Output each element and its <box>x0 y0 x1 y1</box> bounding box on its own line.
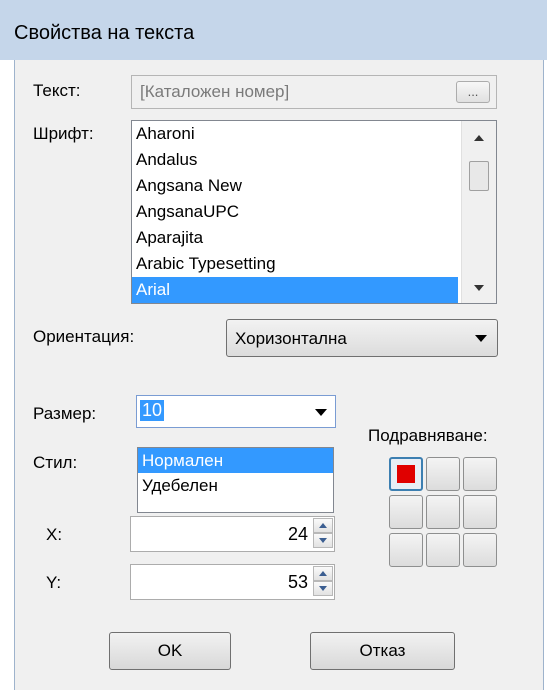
y-decrement-icon[interactable] <box>313 581 333 596</box>
size-label: Размер: <box>33 404 97 423</box>
x-spinner[interactable]: 24 <box>130 516 335 552</box>
align-bottom-right-button[interactable] <box>463 533 497 567</box>
font-list-scrollbar[interactable] <box>461 121 496 303</box>
style-list-item[interactable]: Удебелен <box>138 473 333 498</box>
align-top-center-button[interactable] <box>426 457 460 491</box>
font-list-item[interactable]: Arial <box>132 277 458 303</box>
chevron-down-icon <box>475 335 487 342</box>
text-field-value: [Каталожен номер] <box>140 82 290 101</box>
x-decrement-icon[interactable] <box>313 533 333 548</box>
orientation-label: Ориентация: <box>33 327 135 346</box>
alignment-label: Подравняване: <box>368 426 488 445</box>
alignment-grid[interactable] <box>387 457 499 571</box>
font-list-item[interactable]: AngsanaUPC <box>132 199 458 225</box>
title-bar: Свойства на текста <box>0 0 547 60</box>
ok-button[interactable]: OK <box>109 632 231 670</box>
align-bottom-center-button[interactable] <box>426 533 460 567</box>
window-title: Свойства на текста <box>14 22 195 44</box>
text-label: Текст: <box>33 81 81 100</box>
align-middle-left-button[interactable] <box>389 495 423 529</box>
x-value: 24 <box>287 524 308 544</box>
style-listbox[interactable]: Нормален Удебелен <box>137 447 334 513</box>
scroll-down-icon[interactable] <box>474 285 484 291</box>
font-list-item[interactable]: Aharoni <box>132 121 458 147</box>
orientation-value: Хоризонтална <box>235 329 347 348</box>
align-bottom-left-button[interactable] <box>389 533 423 567</box>
align-top-left-button[interactable] <box>389 457 423 491</box>
style-list-item[interactable]: Нормален <box>138 448 333 473</box>
y-increment-icon[interactable] <box>313 566 333 581</box>
font-list-item[interactable]: Andalus <box>132 147 458 173</box>
cancel-button[interactable]: Отказ <box>310 632 455 670</box>
style-label: Стил: <box>33 453 78 472</box>
align-top-right-button[interactable] <box>463 457 497 491</box>
chevron-down-icon[interactable] <box>315 409 327 416</box>
scroll-thumb[interactable] <box>469 161 489 191</box>
orientation-dropdown[interactable]: Хоризонтална <box>226 319 498 357</box>
font-label: Шрифт: <box>33 124 94 143</box>
browse-button[interactable]: ... <box>456 81 490 103</box>
y-label: Y: <box>46 573 62 592</box>
text-field[interactable]: [Каталожен номер] ... <box>131 75 497 109</box>
x-increment-icon[interactable] <box>313 518 333 533</box>
y-spinner[interactable]: 53 <box>130 564 335 600</box>
y-value: 53 <box>287 572 308 592</box>
font-list-item[interactable]: Arabic Typesetting <box>132 251 458 277</box>
align-middle-right-button[interactable] <box>463 495 497 529</box>
size-value: 10 <box>140 400 165 421</box>
font-listbox[interactable]: Aharoni Andalus Angsana New AngsanaUPC Apara… <box>131 120 497 304</box>
font-list-item[interactable]: Aparajita <box>132 225 458 251</box>
align-middle-center-button[interactable] <box>426 495 460 529</box>
size-combobox[interactable]: 10 <box>136 395 336 428</box>
scroll-up-icon[interactable] <box>474 135 484 141</box>
font-list-item[interactable]: Angsana New <box>132 173 458 199</box>
x-label: X: <box>46 525 63 544</box>
